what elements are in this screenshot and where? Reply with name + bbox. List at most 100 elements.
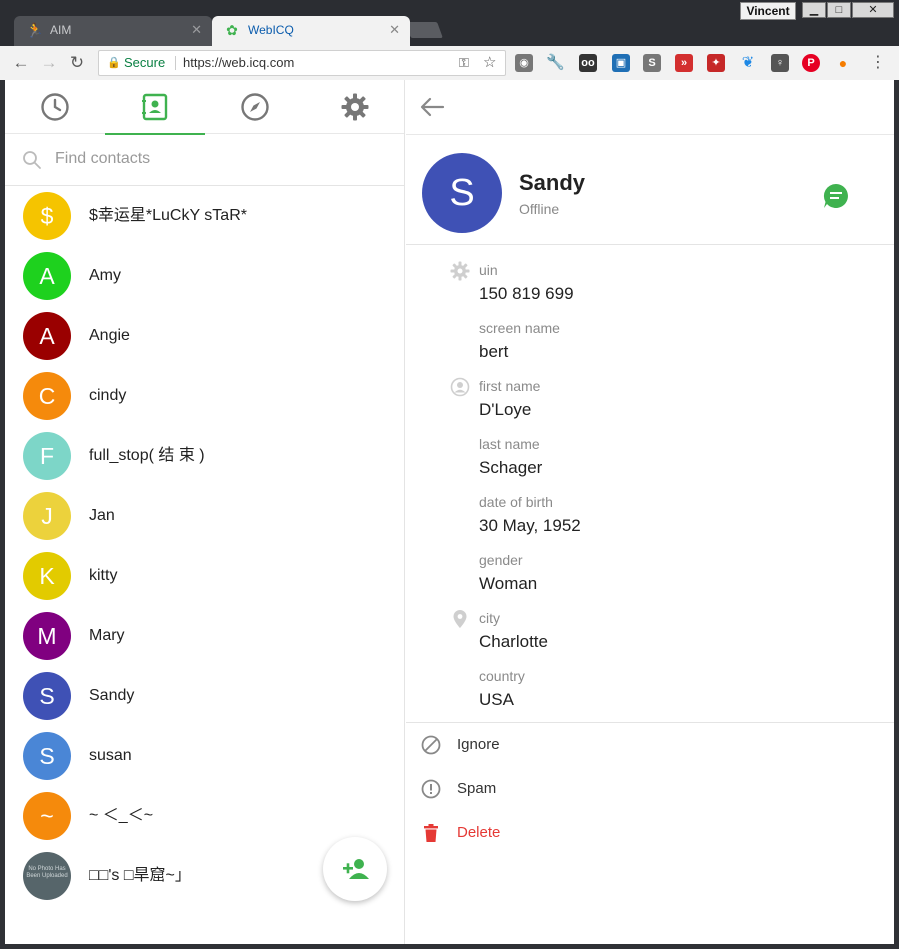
minimize-button[interactable]: ▁ [802,2,826,18]
contact-name: □□'s □旱窟~」 [89,867,191,884]
contact-item[interactable]: ~ ~ ＜_＜~ [5,786,404,846]
app-nav-tabs [5,80,404,135]
contacts-book-icon [142,93,168,121]
spam-button[interactable]: Spam [406,767,894,811]
contact-name: Angie [89,327,130,344]
avatar: A [23,312,71,360]
sparkle-extension-icon[interactable]: ✦ [707,54,725,72]
contact-name: Jan [89,507,115,524]
field-label: date of birth [479,494,553,510]
contact-item[interactable]: S susan [5,726,404,786]
forward-arrow-icon[interactable]: → [38,52,60,74]
avatar: No Photo Has Been Uploaded [23,852,71,900]
s-extension-icon[interactable]: S [643,54,661,72]
new-tab-button[interactable] [405,22,443,38]
contact-item[interactable]: $ $幸运星*LuCkY sTaR* [5,186,404,246]
tab-explore[interactable] [205,80,305,134]
contact-item[interactable]: K kitty [5,546,404,606]
back-arrow-icon [420,97,445,117]
field-first-name: first name D'Loye [479,377,540,420]
delete-button[interactable]: Delete [406,811,894,855]
key-icon[interactable]: ⚿ [459,51,469,75]
wrench-extension-icon[interactable]: 🔧 [546,54,565,72]
screen-extension-icon[interactable]: ▣ [612,54,630,72]
avatar: J [23,492,71,540]
tab-webicq[interactable]: ✿ WebICQ ✕ [212,16,410,46]
contact-name: Mary [89,627,125,644]
field-country: country USA [479,667,525,710]
clock-icon [41,93,69,121]
contact-item[interactable]: A Angie [5,306,404,366]
contact-name: kitty [89,567,118,584]
add-contact-button[interactable] [323,837,387,901]
profile-pane: S Sandy Offline uin 150 819 699 screen n… [406,80,894,944]
aim-running-man-icon: 🏃 [26,22,44,38]
close-tab-icon[interactable]: ✕ [191,16,202,44]
field-last-name: last name Schager [479,435,542,478]
profile-name: Sandy [519,170,586,195]
tab-contacts[interactable] [105,80,205,135]
field-screen-name: screen name bert [479,319,560,362]
contacts-pane: $ $幸运星*LuCkY sTaR* A Amy A Angie C cindy… [5,80,405,944]
contact-item[interactable]: J Jan [5,486,404,546]
contact-name: full_stop( 结 束 ) [89,447,205,464]
close-tab-icon[interactable]: ✕ [389,16,400,44]
action-label: Ignore [457,736,500,753]
field-value: 30 May, 1952 [479,516,581,535]
avatar: F [23,432,71,480]
field-value: USA [479,690,514,709]
contact-item[interactable]: S Sandy [5,666,404,726]
contact-item[interactable]: C cindy [5,366,404,426]
contact-item[interactable]: A Amy [5,246,404,306]
maximize-button[interactable]: □ [827,2,851,18]
ghost-extension-icon[interactable]: oo [579,54,597,72]
bulb-extension-icon[interactable]: ♀ [771,54,789,72]
star-icon[interactable]: ☆ [483,51,496,75]
tab-aim[interactable]: 🏃 AIM ✕ [14,16,212,46]
divider [406,244,894,245]
forward-extension-icon[interactable]: » [675,54,693,72]
close-window-button[interactable]: ✕ [852,2,894,18]
tab-label: WebICQ [248,23,294,37]
find-contacts-input[interactable] [55,146,375,172]
field-label: country [479,668,525,684]
profile-user-badge[interactable]: Vincent [740,2,796,20]
field-label: screen name [479,320,560,336]
profile-avatar: S [422,153,502,233]
webicq-app: $ $幸运星*LuCkY sTaR* A Amy A Angie C cindy… [5,80,894,944]
alert-circle-icon [421,779,441,799]
back-button[interactable] [418,94,446,120]
tab-settings[interactable] [305,80,404,134]
back-arrow-icon[interactable]: ← [10,52,32,74]
avatar: ~ [23,792,71,840]
contact-name: $幸运星*LuCkY sTaR* [89,207,247,224]
leaf-extension-icon[interactable]: ❦ [739,54,757,72]
avatar: M [23,612,71,660]
tab-recents[interactable] [5,80,105,134]
contact-item[interactable]: F full_stop( 结 束 ) [5,426,404,486]
contact-item[interactable]: M Mary [5,606,404,666]
icq-flower-icon: ✿ [226,22,238,38]
contact-name: Amy [89,267,121,284]
location-pin-icon [453,610,467,628]
reload-icon[interactable]: ↻ [66,52,88,74]
divider [406,134,894,135]
ignore-button[interactable]: Ignore [406,723,894,767]
field-value: Woman [479,574,538,593]
start-chat-button[interactable] [822,182,850,210]
browser-menu-icon[interactable]: ⋮ [870,52,886,74]
person-icon [450,377,470,397]
gear-icon [450,261,470,281]
field-label: city [479,610,500,626]
action-label: Delete [457,824,501,841]
field-value: Schager [479,458,543,477]
pill-extension-icon[interactable]: ● [834,54,852,72]
field-uin: uin 150 819 699 [479,261,574,304]
avatar: A [23,252,71,300]
camera-extension-icon[interactable]: ◉ [515,54,533,72]
pinterest-extension-icon[interactable]: P [802,54,820,72]
field-value: Charlotte [479,632,548,651]
address-bar[interactable]: 🔒 Secure https://web.icq.com ⚿ ☆ [98,50,506,76]
secure-label: Secure [124,55,166,70]
field-label: uin [479,262,498,278]
